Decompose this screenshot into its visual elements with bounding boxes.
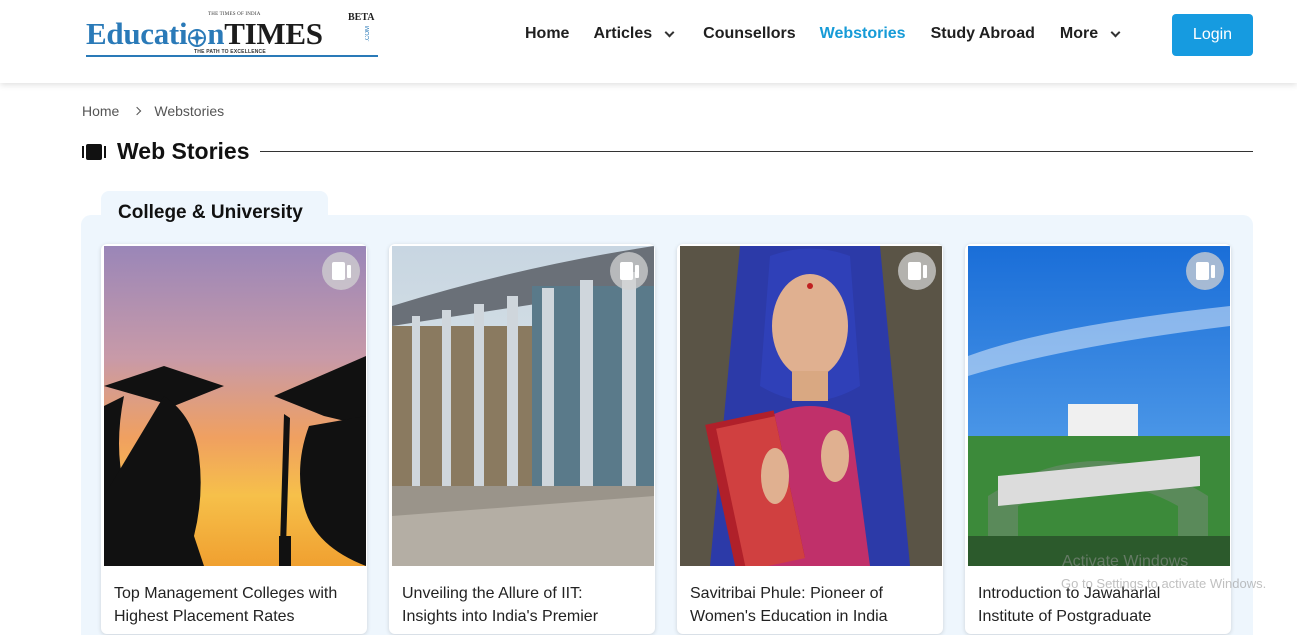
nav-articles-label: Articles xyxy=(593,25,653,42)
chevron-down-icon xyxy=(1110,27,1121,37)
story-card[interactable]: Top Management Colleges with Highest Pla… xyxy=(101,244,367,634)
web-stories-icon xyxy=(82,143,106,160)
logo-word-times: TIMES xyxy=(224,16,323,51)
story-image-iit[interactable] xyxy=(392,246,654,566)
windows-watermark-subtitle: Go to Settings to activate Windows. xyxy=(1061,576,1267,591)
nav-webstories-label: Webstories xyxy=(819,25,906,42)
nav-articles[interactable]: Articles xyxy=(593,25,675,43)
chevron-right-icon xyxy=(133,106,142,116)
nav-counsellors[interactable]: Counsellors xyxy=(703,25,795,43)
story-title[interactable]: Savitribai Phule: Pioneer of Women's Edu… xyxy=(690,582,930,628)
breadcrumb-home[interactable]: Home xyxy=(82,103,119,119)
windows-watermark-title: Activate Windows xyxy=(1062,553,1189,570)
site-header: THE TIMES OF INDIA Educati nTIMES BETA .C… xyxy=(0,0,1297,83)
story-card[interactable]: Unveiling the Allure of IIT: Insights in… xyxy=(389,244,655,634)
education-times-logo[interactable]: THE TIMES OF INDIA Educati nTIMES BETA .C… xyxy=(86,12,378,60)
logo-tagline: THE PATH TO EXCELLENCE xyxy=(192,49,268,55)
nav-study-abroad-label: Study Abroad xyxy=(930,25,1035,42)
nav-counsellors-label: Counsellors xyxy=(703,25,796,42)
breadcrumb-webstories: Webstories xyxy=(154,103,225,119)
page-title: Web Stories xyxy=(117,138,250,164)
logo-word-education-part1: Educati xyxy=(86,16,188,51)
nav-webstories[interactable]: Webstories xyxy=(820,25,906,43)
breadcrumb: Home Webstories xyxy=(82,103,224,119)
nav-more-label: More xyxy=(1059,25,1099,42)
nav-study-abroad[interactable]: Study Abroad xyxy=(931,25,1035,43)
login-button[interactable]: Login xyxy=(1172,14,1253,56)
nav-home[interactable]: Home xyxy=(525,25,569,43)
story-image-savitribai[interactable] xyxy=(680,246,942,566)
story-image-graduates[interactable] xyxy=(104,246,366,566)
web-story-icon xyxy=(322,252,360,290)
web-story-icon xyxy=(610,252,648,290)
logo-com: .COM xyxy=(365,26,371,42)
web-story-icon xyxy=(1186,252,1224,290)
web-story-icon xyxy=(898,252,936,290)
story-title[interactable]: Top Management Colleges with Highest Pla… xyxy=(114,582,354,628)
section-header: Web Stories xyxy=(82,138,1253,165)
story-image-jipmer[interactable] xyxy=(968,246,1230,566)
main-nav: Home Articles Counsellors Webstories Stu… xyxy=(525,25,1121,43)
chevron-down-icon xyxy=(664,27,675,37)
category-tab[interactable]: College & University xyxy=(101,191,328,231)
nav-more[interactable]: More xyxy=(1059,25,1121,43)
story-title[interactable]: Unveiling the Allure of IIT: Insights in… xyxy=(402,582,642,628)
logo-wordmark: Educati nTIMES xyxy=(86,18,323,50)
title-divider xyxy=(259,151,1253,152)
nav-home-label: Home xyxy=(525,25,570,42)
logo-beta: BETA xyxy=(348,12,375,23)
story-card[interactable]: Savitribai Phule: Pioneer of Women's Edu… xyxy=(677,244,943,634)
logo-underline xyxy=(86,55,378,57)
logo-word-education-part2: n xyxy=(207,16,225,51)
